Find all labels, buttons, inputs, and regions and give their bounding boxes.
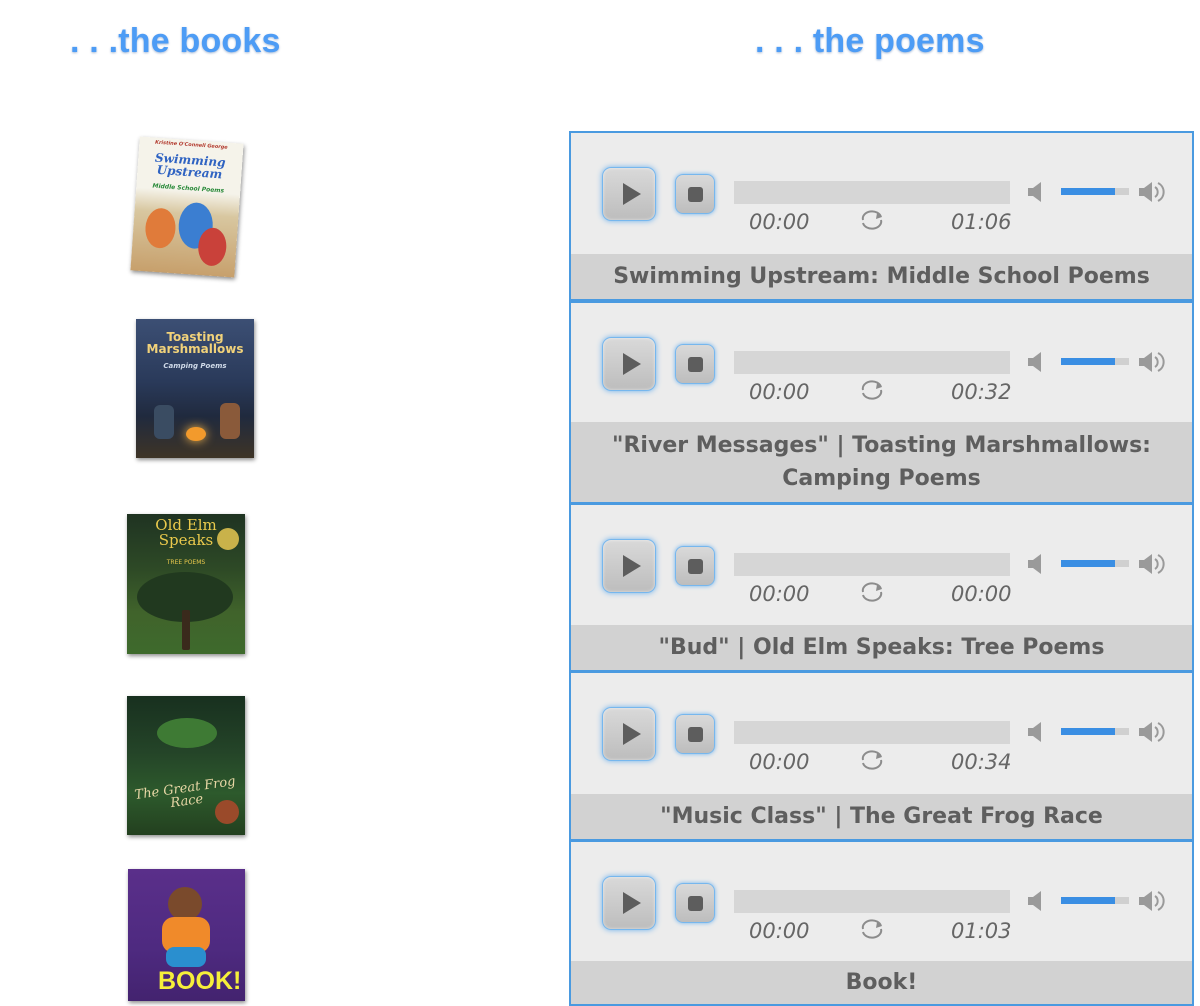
seek-bar[interactable] xyxy=(734,890,1010,913)
volume-bar[interactable] xyxy=(1061,728,1129,735)
player-controls: 00:00 01:06 xyxy=(571,133,1192,253)
track-title: Book! xyxy=(571,961,1192,1006)
track-title: "Bud" | Old Elm Speaks: Tree Poems xyxy=(571,625,1192,672)
volume-bar[interactable] xyxy=(1061,897,1129,904)
award-seal xyxy=(217,528,239,550)
book-cover-swimming-upstream[interactable]: Kristine O'Connell George Swimming Upstr… xyxy=(130,136,244,278)
current-time: 00:00 xyxy=(749,750,810,774)
mute-icon[interactable] xyxy=(1026,888,1046,914)
duration-time: 00:34 xyxy=(951,750,1012,774)
play-button[interactable] xyxy=(602,876,656,930)
player-controls: 00:00 00:34 xyxy=(571,673,1192,793)
repeat-icon[interactable] xyxy=(857,581,887,603)
book-subtitle: TREE POEMS xyxy=(166,559,206,566)
volume-level xyxy=(1061,728,1116,735)
seek-bar[interactable] xyxy=(734,553,1010,576)
seek-bar[interactable] xyxy=(734,181,1010,204)
volume-level xyxy=(1061,560,1116,567)
volume-level xyxy=(1061,358,1116,365)
audio-player: 00:00 00:32 "River Messages" | Toasting … xyxy=(569,301,1194,504)
play-button[interactable] xyxy=(602,539,656,593)
mute-icon[interactable] xyxy=(1026,551,1046,577)
cover-illustration xyxy=(166,947,206,967)
book-subtitle: Camping Poems xyxy=(163,362,227,370)
cover-illustration xyxy=(157,718,217,748)
mute-icon[interactable] xyxy=(1026,719,1046,745)
mute-icon[interactable] xyxy=(1026,349,1046,375)
stop-button[interactable] xyxy=(675,174,715,214)
mute-icon[interactable] xyxy=(1026,179,1046,205)
cover-illustration xyxy=(144,207,177,250)
stop-button[interactable] xyxy=(675,714,715,754)
volume-max-icon[interactable] xyxy=(1137,179,1167,205)
duration-time: 01:03 xyxy=(951,919,1012,943)
book-title: Swimming Upstream xyxy=(154,150,226,182)
book-cover-old-elm-speaks[interactable]: Old Elm Speaks TREE POEMS xyxy=(127,514,245,654)
player-controls: 00:00 01:03 xyxy=(571,842,1192,962)
audio-player: 00:00 00:00 "Bud" | Old Elm Speaks: Tree… xyxy=(569,503,1194,672)
player-controls: 00:00 00:00 xyxy=(571,505,1192,625)
repeat-icon[interactable] xyxy=(857,749,887,771)
volume-bar[interactable] xyxy=(1061,560,1129,567)
book-title: BOOK! xyxy=(158,967,242,995)
current-time: 00:00 xyxy=(749,210,810,234)
track-title: Swimming Upstream: Middle School Poems xyxy=(571,254,1192,301)
volume-bar[interactable] xyxy=(1061,188,1129,195)
book-title: Toasting Marshmallows xyxy=(146,330,244,356)
volume-bar[interactable] xyxy=(1061,358,1129,365)
duration-time: 00:32 xyxy=(951,380,1012,404)
audio-player: 00:00 00:34 "Music Class" | The Great Fr… xyxy=(569,671,1194,841)
books-heading: . . .the books xyxy=(70,22,281,60)
volume-max-icon[interactable] xyxy=(1137,888,1167,914)
seek-bar[interactable] xyxy=(734,351,1010,374)
stop-button[interactable] xyxy=(675,344,715,384)
audio-player: 00:00 01:06 Swimming Upstream: Middle Sc… xyxy=(569,131,1194,301)
volume-max-icon[interactable] xyxy=(1137,551,1167,577)
repeat-icon[interactable] xyxy=(857,209,887,231)
repeat-icon[interactable] xyxy=(857,918,887,940)
play-button[interactable] xyxy=(602,337,656,391)
volume-level xyxy=(1061,897,1116,904)
current-time: 00:00 xyxy=(749,582,810,606)
current-time: 00:00 xyxy=(749,380,810,404)
book-cover-book[interactable]: BOOK! xyxy=(128,869,245,1001)
track-title: "River Messages" | Toasting Marshmallows… xyxy=(571,422,1192,504)
audio-player: 00:00 01:03 Book! xyxy=(569,840,1194,1006)
poems-heading: . . . the poems xyxy=(755,22,985,60)
track-title: "Music Class" | The Great Frog Race xyxy=(571,794,1192,841)
duration-time: 01:06 xyxy=(951,210,1012,234)
cover-illustration xyxy=(154,405,174,439)
cover-illustration xyxy=(168,887,202,921)
award-seal xyxy=(215,800,239,824)
player-controls: 00:00 00:32 xyxy=(571,303,1192,423)
volume-level xyxy=(1061,188,1116,195)
volume-max-icon[interactable] xyxy=(1137,719,1167,745)
play-button[interactable] xyxy=(602,707,656,761)
play-button[interactable] xyxy=(602,167,656,221)
cover-illustration xyxy=(186,427,206,441)
book-cover-great-frog-race[interactable]: The Great Frog Race xyxy=(127,696,245,835)
cover-illustration xyxy=(220,403,240,439)
seek-bar[interactable] xyxy=(734,721,1010,744)
cover-illustration xyxy=(196,226,228,267)
book-cover-toasting-marshmallows[interactable]: Toasting Marshmallows Camping Poems xyxy=(136,319,254,458)
cover-illustration xyxy=(182,610,190,650)
current-time: 00:00 xyxy=(749,919,810,943)
stop-button[interactable] xyxy=(675,883,715,923)
duration-time: 00:00 xyxy=(951,582,1012,606)
book-subtitle: Middle School Poems xyxy=(152,182,225,195)
repeat-icon[interactable] xyxy=(857,379,887,401)
stop-button[interactable] xyxy=(675,546,715,586)
volume-max-icon[interactable] xyxy=(1137,349,1167,375)
